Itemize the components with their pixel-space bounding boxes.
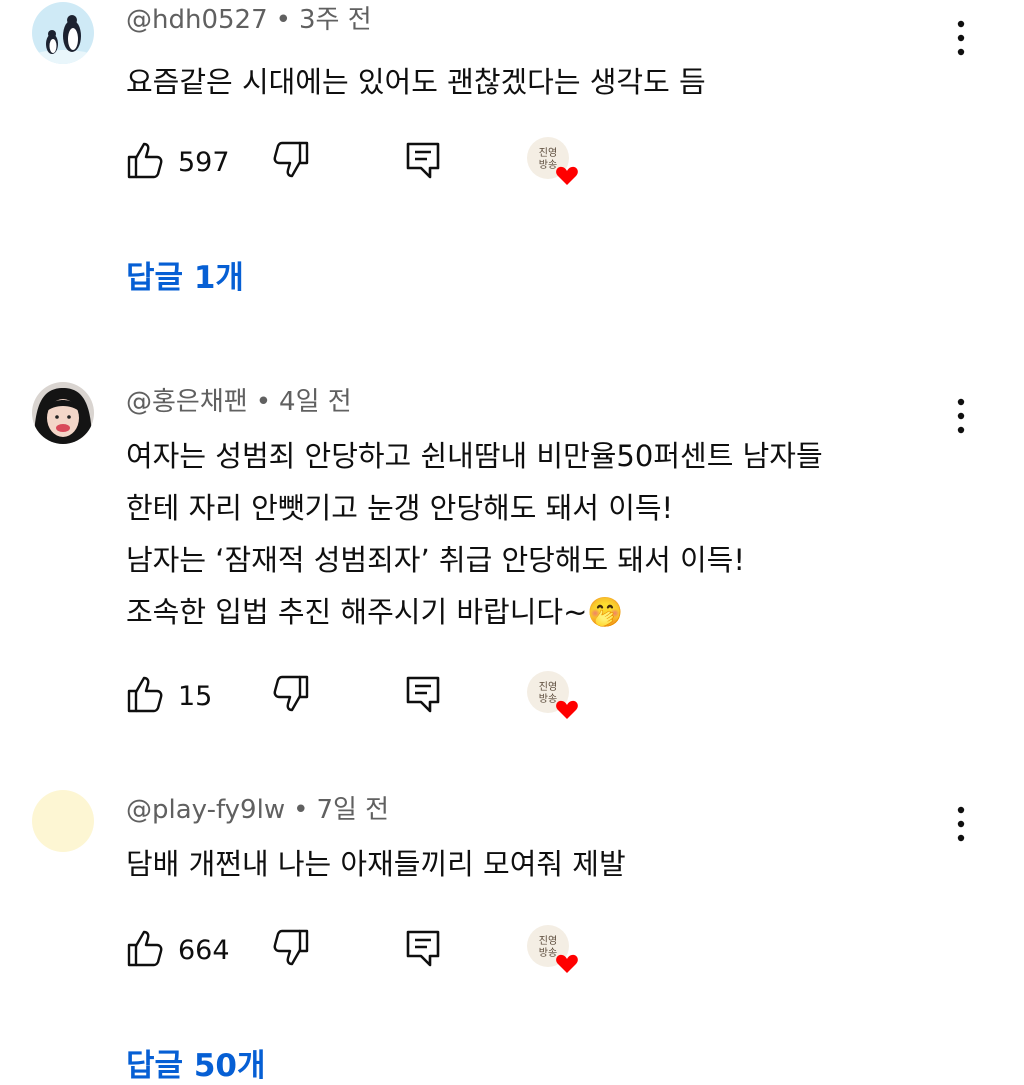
like-button[interactable]: 597 [126,140,230,184]
comment-author[interactable]: @홍은채팬 [126,387,248,417]
comment-text-segment: 조속한 입법 추진 해주시기 바랍니다~ [126,595,588,629]
svg-text:진영: 진영 [539,681,557,693]
comment-meta: @play-fy9lw • 7일 전 [126,794,389,826]
thumbs-down-icon [272,928,310,972]
reply-button[interactable] [406,674,440,718]
comment-text: 요즘같은 시대에는 있어도 괜찮겠다는 생각도 듬 [126,56,986,108]
thumbs-up-icon [126,674,164,718]
comment-text-line: 한테 자리 안뺏기고 눈갱 안당해도 돼서 이득! [126,491,674,525]
like-count: 664 [178,934,230,966]
emoji: 🤭 [587,595,624,629]
thumbs-up-icon [126,928,164,972]
comment-text: 여자는 성범죄 안당하고 쉰내땀내 비만율50퍼센트 남자들 한테 자리 안뺏기… [126,430,986,638]
avatar[interactable] [32,2,94,64]
comment-text-line: 여자는 성범죄 안당하고 쉰내땀내 비만율50퍼센트 남자들 [126,439,823,473]
dislike-button[interactable] [272,140,310,184]
like-count: 15 [178,680,213,712]
creator-heart-badge: 진영 방송 [526,670,582,722]
thumbs-down-icon [272,140,310,184]
creator-heart-badge: 진영 방송 [526,924,582,976]
like-button[interactable]: 664 [126,928,230,972]
comment-text-line: 요즘같은 시대에는 있어도 괜찮겠다는 생각도 듬 [126,65,706,99]
separator-dot: • [275,5,291,35]
svg-text:방송: 방송 [539,693,557,705]
view-replies-link[interactable]: 답글 1개 [126,252,244,297]
comment-time[interactable]: 4일 전 [279,387,352,417]
thumbs-down-icon [272,674,310,718]
comment-author[interactable]: @play-fy9lw [126,795,285,825]
thumbs-up-icon [126,140,164,184]
svg-text:방송: 방송 [539,159,557,171]
comment-text-line: 남자는 ‘잠재적 성범죄자’ 취급 안당해도 돼서 이득! [126,543,745,577]
comment-reply-icon [406,140,440,184]
comment-reply-icon [406,674,440,718]
like-button[interactable]: 15 [126,674,212,718]
dislike-button[interactable] [272,674,310,718]
comment-time[interactable]: 7일 전 [316,795,389,825]
separator-dot: • [255,387,272,417]
comment-meta: @hdh0527 • 3주 전 [126,4,372,36]
creator-heart-badge: 진영 방송 [526,136,582,188]
reply-button[interactable] [406,140,440,184]
like-count: 597 [178,146,230,178]
comment-actions: 664 진영 방송 [126,925,626,973]
svg-text:방송: 방송 [539,947,557,959]
more-actions-icon[interactable] [948,16,974,60]
view-replies-link[interactable]: 답글 50개 [126,1040,266,1085]
comment-actions: 597 진영 방송 [126,137,626,185]
dislike-button[interactable] [272,928,310,972]
comment-author[interactable]: @hdh0527 [126,5,268,35]
comment-time[interactable]: 3주 전 [299,5,372,35]
svg-text:진영: 진영 [539,935,557,947]
comment-reply-icon [406,928,440,972]
comment-meta: @홍은채팬 • 4일 전 [126,386,352,418]
svg-text:진영: 진영 [539,147,557,159]
comment-actions: 15 진영 방송 [126,671,626,719]
avatar[interactable] [32,382,94,444]
comment-text-line: 조속한 입법 추진 해주시기 바랍니다~🤭 [126,586,986,638]
avatar[interactable] [32,790,94,852]
comment-text-line: 담배 개쩐내 나는 아재들끼리 모여줘 제발 [126,847,626,881]
comment-text: 담배 개쩐내 나는 아재들끼리 모여줘 제발 [126,838,986,890]
separator-dot: • [293,795,309,825]
reply-button[interactable] [406,928,440,972]
